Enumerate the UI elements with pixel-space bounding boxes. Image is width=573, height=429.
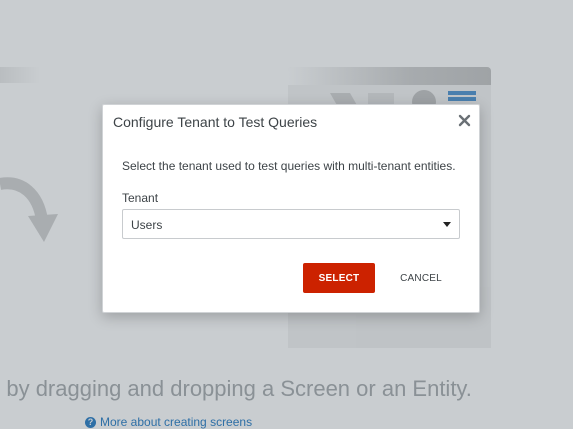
tenant-select[interactable]: Users	[122, 209, 460, 239]
close-button[interactable]	[457, 113, 473, 129]
caret-down-icon	[443, 222, 451, 227]
tenant-label: Tenant	[122, 191, 159, 205]
configure-tenant-dialog: Configure Tenant to Test Queries Select …	[102, 104, 480, 313]
dialog-title: Configure Tenant to Test Queries	[113, 114, 318, 130]
close-icon	[458, 114, 471, 127]
help-link-label: More about creating screens	[100, 415, 253, 429]
help-link[interactable]: ? More about creating screens	[85, 415, 252, 429]
question-circle-icon: ?	[85, 416, 96, 428]
background-toolbar-fragment	[0, 67, 40, 83]
cancel-button[interactable]: CANCEL	[389, 263, 453, 293]
dialog-description: Select the tenant used to test queries w…	[122, 159, 456, 173]
select-button[interactable]: SELECT	[303, 263, 375, 293]
empty-canvas-instruction: n by dragging and dropping a Screen or a…	[0, 376, 472, 401]
tenant-select-value: Users	[131, 218, 163, 232]
curved-arrow-icon	[0, 177, 58, 242]
